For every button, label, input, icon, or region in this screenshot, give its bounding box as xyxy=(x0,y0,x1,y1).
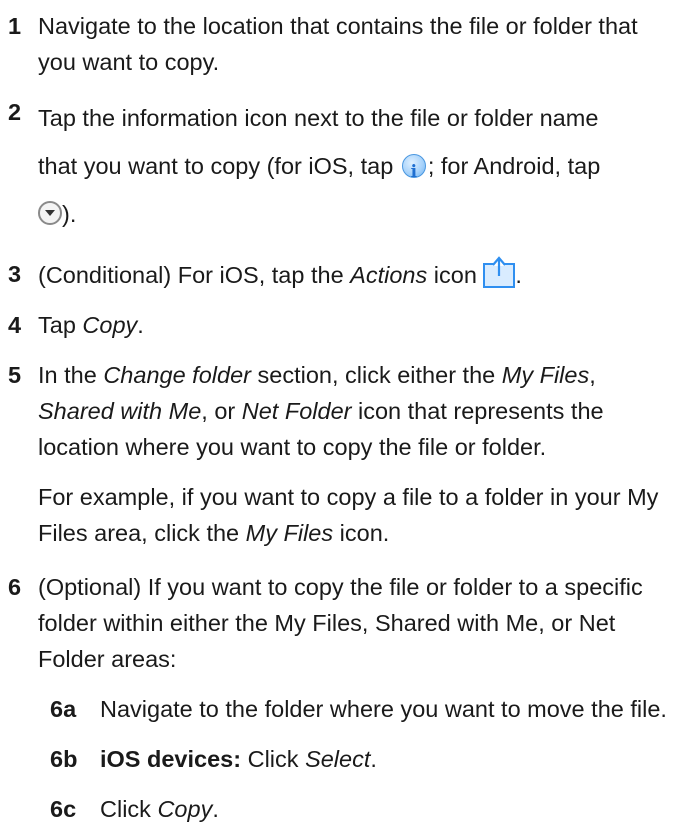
substep-6b: 6b iOS devices: Click Select. xyxy=(0,741,679,777)
step-number: 2 xyxy=(8,99,22,125)
step-text: . xyxy=(515,262,522,288)
step-text: (Optional) If you want to copy the file … xyxy=(38,574,643,672)
step-text-line: that you want to copy (for iOS, tap ; fo… xyxy=(38,142,667,196)
substep-text: Click xyxy=(100,796,158,822)
substep-text: . xyxy=(370,746,377,772)
step-text: icon. xyxy=(333,520,390,546)
my-files-term: My Files xyxy=(245,520,334,546)
step-text: Tap xyxy=(38,312,83,338)
change-folder-term: Change folder xyxy=(103,362,251,388)
shared-with-me-term: Shared with Me xyxy=(38,398,202,424)
substep-text: . xyxy=(212,796,219,822)
step-text: . xyxy=(137,312,144,338)
step-text: ). xyxy=(62,201,77,227)
info-icon xyxy=(401,148,426,196)
step-text-line: ). xyxy=(38,190,667,238)
step-text: section, click either the xyxy=(250,362,502,388)
copy-term: Copy xyxy=(157,796,213,822)
net-folder-term: Net Folder xyxy=(241,398,352,424)
step-text: , or xyxy=(201,398,242,424)
step-3: 3 (Conditional) For iOS, tap the Actions… xyxy=(0,256,679,293)
substep-number: 6a xyxy=(50,696,77,722)
step-2: 2 Tap the information icon next to the f… xyxy=(0,94,679,238)
step-4: 4 Tap Copy. xyxy=(0,307,679,343)
ios-devices-label: iOS devices: xyxy=(100,746,242,772)
actions-term: Actions xyxy=(350,262,428,288)
my-files-term: My Files xyxy=(501,362,590,388)
share-icon xyxy=(483,256,516,288)
select-term: Select xyxy=(305,746,371,772)
step-text: (Conditional) For iOS, tap the xyxy=(38,262,351,288)
copy-term: Copy xyxy=(82,312,138,338)
step-number: 6 xyxy=(8,574,22,600)
step-text: Navigate to the location that contains t… xyxy=(38,13,638,75)
step-number: 4 xyxy=(8,312,22,338)
step-text: In the xyxy=(38,362,104,388)
dropdown-circle-icon xyxy=(38,201,62,225)
substep-text: Navigate to the folder where you want to… xyxy=(100,696,667,722)
substep-6a: 6a Navigate to the folder where you want… xyxy=(0,691,679,727)
procedure-document: 1 Navigate to the location that contains… xyxy=(0,8,679,827)
substep-number: 6b xyxy=(50,746,78,772)
step-number: 1 xyxy=(8,13,22,39)
step-6: 6 (Optional) If you want to copy the fil… xyxy=(0,569,679,677)
step-text: Tap the information icon next to the fil… xyxy=(38,105,599,131)
example-paragraph: For example, if you want to copy a file … xyxy=(38,479,667,551)
step-text-line: Tap the information icon next to the fil… xyxy=(38,94,667,142)
step-number: 3 xyxy=(8,261,22,287)
step-5: 5 In the Change folder section, click ei… xyxy=(0,357,679,551)
step-text: icon xyxy=(427,262,484,288)
step-text: , xyxy=(589,362,596,388)
step-text: that you want to copy (for iOS, tap xyxy=(38,153,394,179)
step-text: ; for Android, tap xyxy=(427,153,601,179)
step-number: 5 xyxy=(8,362,22,388)
substep-text: Click xyxy=(241,746,306,772)
substep-6c: 6c Click Copy. xyxy=(0,791,679,827)
substep-number: 6c xyxy=(50,796,77,822)
step-1: 1 Navigate to the location that contains… xyxy=(0,8,679,80)
